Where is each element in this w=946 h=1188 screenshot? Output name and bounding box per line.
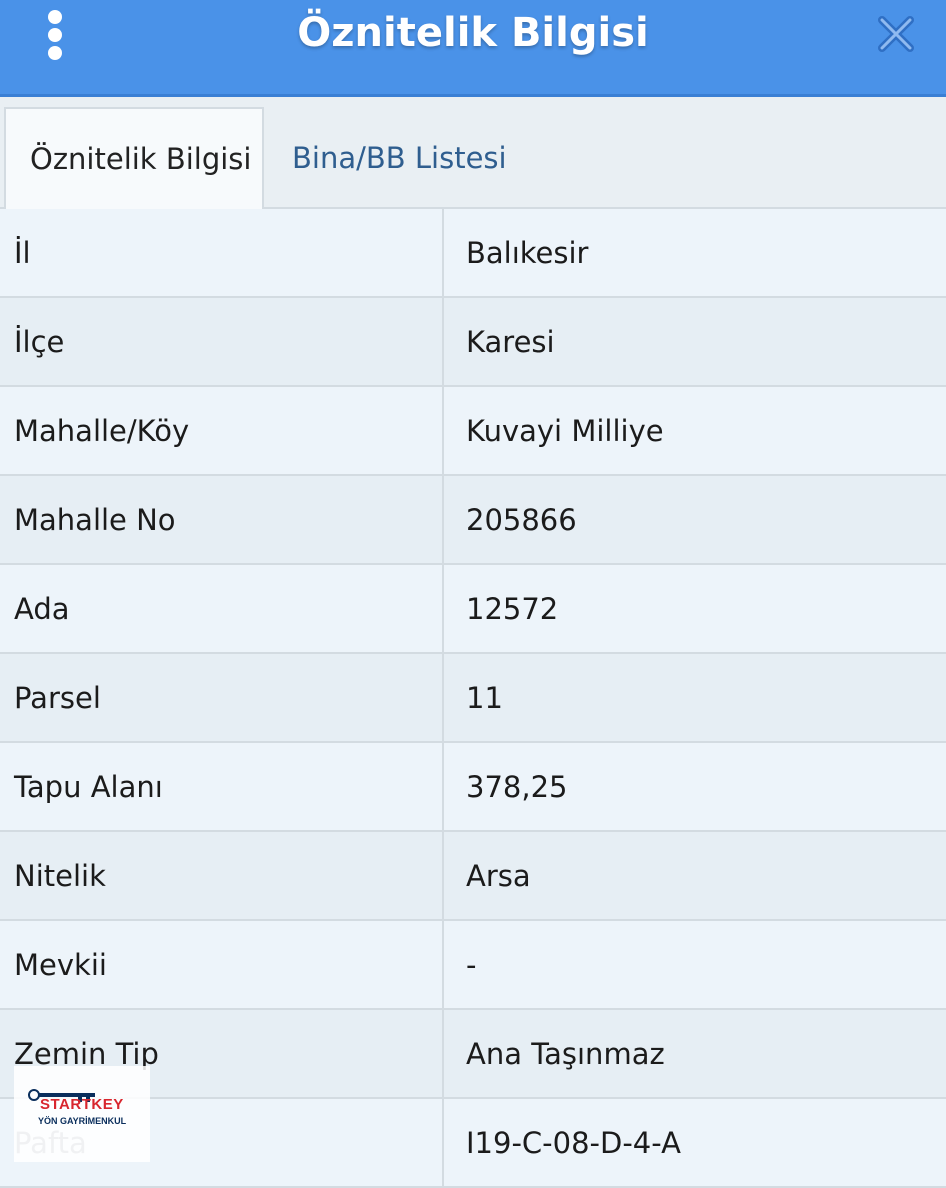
table-row: İlçe Karesi [0, 298, 946, 387]
tab-oznitelik-bilgisi[interactable]: Öznitelik Bilgisi [4, 107, 264, 209]
table-row: Ada 12572 [0, 565, 946, 654]
attribute-key: İlçe [0, 298, 444, 385]
attribute-key: Nitelik [0, 832, 444, 919]
table-row: Tapu Alanı 378,25 [0, 743, 946, 832]
table-row: Nitelik Arsa [0, 832, 946, 921]
attribute-key: Ada [0, 565, 444, 652]
attribute-value: Karesi [466, 324, 555, 359]
app-header: Öznitelik Bilgisi [0, 0, 946, 97]
attribute-value: I19-C-08-D-4-A [466, 1125, 681, 1160]
close-icon[interactable] [876, 16, 916, 52]
table-row: İl Balıkesir [0, 209, 946, 298]
attribute-value: 12572 [466, 591, 559, 626]
attribute-value: - [466, 947, 477, 982]
attribute-value: 378,25 [466, 769, 568, 804]
table-row: Parsel 11 [0, 654, 946, 743]
attribute-value: Ana Taşınmaz [466, 1036, 665, 1071]
startkey-logo: STARTKEY YÖN GAYRİMENKUL [14, 1066, 150, 1162]
attribute-value: Balıkesir [466, 235, 589, 270]
attribute-value: Arsa [466, 858, 531, 893]
logo-subtitle: YÖN GAYRİMENKUL [38, 1116, 127, 1126]
table-row: Mevkii - [0, 921, 946, 1010]
page-title: Öznitelik Bilgisi [297, 10, 649, 56]
tab-bar: Öznitelik Bilgisi Bina/BB Listesi [0, 97, 946, 209]
attribute-value: 11 [466, 680, 503, 715]
attribute-key: Mahalle/Köy [0, 387, 444, 474]
attribute-key: Mahalle No [0, 476, 444, 563]
logo-brand: STARTKEY [40, 1096, 124, 1113]
attribute-key: Tapu Alanı [0, 743, 444, 830]
attribute-table: İl Balıkesir İlçe Karesi Mahalle/Köy Kuv… [0, 209, 946, 1188]
table-row: Mahalle No 205866 [0, 476, 946, 565]
tab-bina-bb-listesi[interactable]: Bina/BB Listesi [292, 107, 572, 209]
attribute-key: Parsel [0, 654, 444, 741]
attribute-key: İl [0, 209, 444, 296]
attribute-value: Kuvayi Milliye [466, 413, 664, 448]
attribute-value: 205866 [466, 502, 577, 537]
table-row: Mahalle/Köy Kuvayi Milliye [0, 387, 946, 476]
attribute-key: Mevkii [0, 921, 444, 1008]
